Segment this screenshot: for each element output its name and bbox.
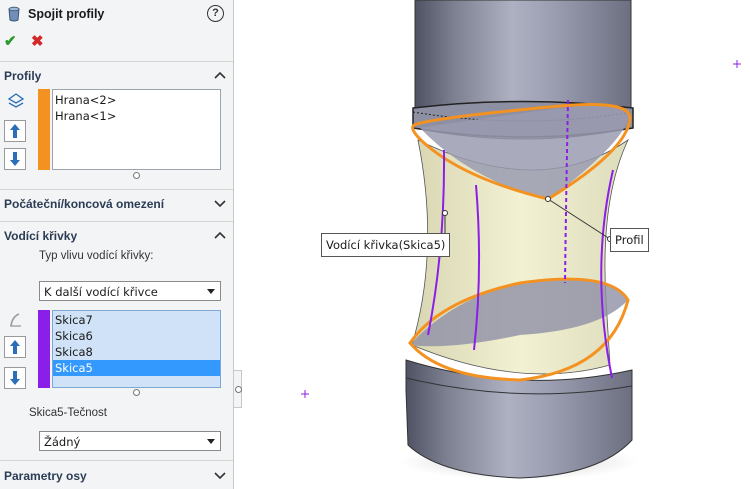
move-up-button[interactable] [4,120,26,142]
bottom-cylinder [405,359,633,479]
guide-curve-selection-icon [10,313,21,327]
list-item-selected[interactable]: Skica5 [53,360,220,376]
panel-splitter-handle[interactable] [234,370,242,408]
panel-title: Spojit profily [28,7,105,21]
arrow-up-icon [10,340,20,354]
list-item[interactable]: Skica6 [55,328,93,344]
tangency-label: Skica5-Tečnost [29,407,107,419]
dropdown-arrow-icon [207,439,215,444]
profiles-list[interactable]: Hrana<2> Hrana<1> [52,89,221,170]
loft-feature-icon [8,6,20,22]
section-title-axis-params[interactable]: Parametry osy [4,469,87,483]
origin-marker [733,60,741,68]
arrow-down-icon [10,371,20,385]
chevron-down-icon[interactable] [213,198,227,208]
list-item[interactable]: Hrana<1> [55,108,116,124]
section-title-profiles[interactable]: Profily [4,69,41,83]
section-title-guide-curves[interactable]: Vodící křivky [4,229,77,243]
resize-handle[interactable] [133,172,140,179]
move-up-button[interactable] [4,336,26,358]
chevron-down-icon[interactable] [213,470,227,480]
guide-curves-list[interactable]: Skica7 Skica6 Skica8 Skica5 [52,310,221,388]
profile-callout[interactable]: Profil [610,228,649,252]
guide-color-swatch [38,310,50,388]
arrow-down-icon [10,152,20,166]
dropdown-value: Žádný [44,435,81,449]
section-title-constraints[interactable]: Počáteční/koncová omezení [4,197,164,211]
list-item[interactable]: Skica7 [55,312,93,328]
list-item[interactable]: Hrana<2> [55,92,116,108]
help-button[interactable]: ? [207,5,224,22]
graphics-viewport[interactable] [242,0,750,489]
profile-color-swatch [38,89,50,170]
influence-type-label: Typ vlivu vodící křivky: [39,250,154,262]
guide-curve-callout[interactable]: Vodící křivka(Skica5) [321,233,451,257]
divider [0,61,233,62]
profile-selection-icon [7,93,25,108]
move-down-button[interactable] [4,367,26,389]
divider [0,221,233,222]
move-down-button[interactable] [4,148,26,170]
divider [0,460,233,461]
origin-marker [301,390,309,398]
divider [0,189,233,190]
dropdown-arrow-icon [207,289,215,294]
resize-handle[interactable] [133,389,140,396]
ok-button[interactable]: ✔ [4,32,17,50]
cancel-button[interactable]: ✖ [31,32,44,50]
tangency-dropdown[interactable]: Žádný [39,431,221,451]
influence-type-dropdown[interactable]: K další vodící křivce [39,281,221,301]
chevron-up-icon[interactable] [213,230,227,240]
chevron-up-icon[interactable] [213,70,227,80]
list-item[interactable]: Skica8 [55,344,93,360]
dropdown-value: K další vodící křivce [44,285,158,299]
panel-header: Spojit profily ? [0,0,233,30]
arrow-up-icon [10,124,20,138]
property-manager-panel: Spojit profily ? ✔ ✖ Profily Hrana<2> Hr… [0,0,234,489]
